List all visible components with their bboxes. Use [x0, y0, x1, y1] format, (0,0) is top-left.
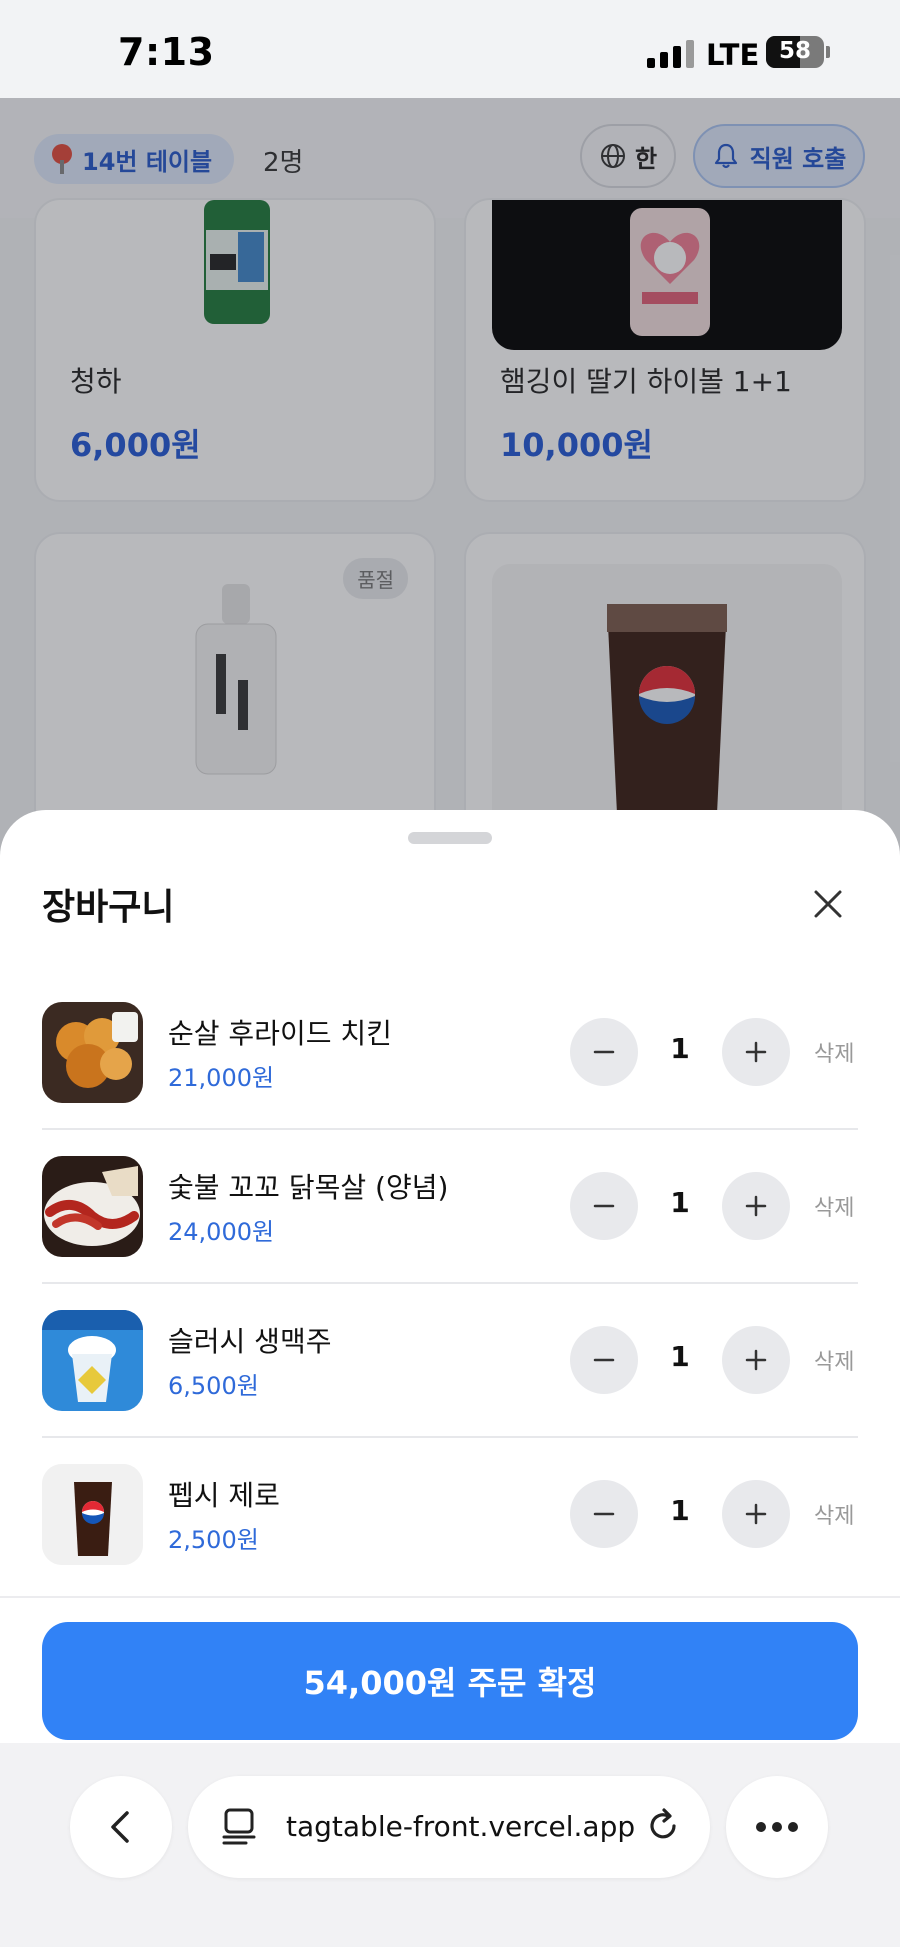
back-button[interactable] — [70, 1776, 172, 1878]
delete-button[interactable]: 삭제 — [814, 1344, 854, 1376]
close-button[interactable] — [808, 884, 848, 924]
minus-icon — [593, 1512, 615, 1516]
cart-item: 순살 후라이드 치킨 21,000원 1 삭제 — [42, 976, 858, 1130]
cart-item-price: 24,000원 — [168, 1218, 275, 1246]
url-text: tagtable-front.vercel.app — [286, 1810, 636, 1843]
confirm-order-button[interactable]: 54,000원 주문 확정 — [42, 1622, 858, 1740]
battery-nub — [826, 46, 830, 58]
battery-level: 58 — [778, 38, 811, 64]
quantity-value: 1 — [670, 1186, 690, 1219]
cart-item-price: 21,000원 — [168, 1064, 275, 1092]
quantity-value: 1 — [670, 1494, 690, 1527]
plus-icon — [745, 1503, 767, 1525]
cart-item: 펩시 제로 2,500원 1 삭제 — [42, 1438, 858, 1592]
cart-sheet: 장바구니 순살 후라이드 치킨 21,000원 1 삭제 숯불 꼬꼬 닭목살 (… — [0, 810, 900, 1743]
plus-icon — [745, 1041, 767, 1063]
minus-icon — [593, 1050, 615, 1054]
decrease-quantity-button[interactable] — [570, 1480, 638, 1548]
fried-chicken-thumbnail — [42, 1002, 143, 1103]
page-icon — [222, 1808, 256, 1845]
minus-icon — [593, 1358, 615, 1362]
status-time: 7:13 — [118, 30, 215, 74]
battery-icon: 58 — [766, 36, 824, 68]
cart-item: 숯불 꼬꼬 닭목살 (양념) 24,000원 1 삭제 — [42, 1130, 858, 1284]
increase-quantity-button[interactable] — [722, 1480, 790, 1548]
cart-item-name: 숯불 꼬꼬 닭목살 (양념) — [168, 1171, 449, 1204]
quantity-value: 1 — [670, 1032, 690, 1065]
delete-button[interactable]: 삭제 — [814, 1190, 854, 1222]
browser-toolbar: tagtable-front.vercel.app — [0, 1743, 900, 1947]
cart-title: 장바구니 — [42, 887, 175, 928]
cart-item-price: 2,500원 — [168, 1526, 259, 1554]
decrease-quantity-button[interactable] — [570, 1018, 638, 1086]
cart-item-name: 순살 후라이드 치킨 — [168, 1017, 392, 1050]
delete-button[interactable]: 삭제 — [814, 1498, 854, 1530]
signal-icon — [647, 40, 695, 68]
increase-quantity-button[interactable] — [722, 1172, 790, 1240]
more-button[interactable] — [726, 1776, 828, 1878]
quantity-value: 1 — [670, 1340, 690, 1373]
decrease-quantity-button[interactable] — [570, 1172, 638, 1240]
slush-beer-thumbnail — [42, 1310, 143, 1411]
increase-quantity-button[interactable] — [722, 1326, 790, 1394]
delete-button[interactable]: 삭제 — [814, 1036, 854, 1068]
cart-item-name: 슬러시 생맥주 — [168, 1325, 332, 1358]
close-icon — [814, 890, 842, 918]
cart-item: 슬러시 생맥주 6,500원 1 삭제 — [42, 1284, 858, 1438]
address-bar[interactable]: tagtable-front.vercel.app — [188, 1776, 710, 1878]
reload-icon[interactable] — [644, 1806, 684, 1846]
sheet-grabber[interactable] — [408, 832, 492, 844]
decrease-quantity-button[interactable] — [570, 1326, 638, 1394]
confirm-order-label: 54,000원 주문 확정 — [303, 1664, 597, 1702]
chevron-left-icon — [111, 1811, 129, 1843]
pepsi-zero-thumbnail — [42, 1464, 143, 1565]
chicken-neck-thumbnail — [42, 1156, 143, 1257]
divider — [0, 1596, 900, 1598]
plus-icon — [745, 1195, 767, 1217]
ellipsis-icon — [756, 1822, 798, 1832]
status-bar: 7:13 LTE 58 — [0, 0, 900, 98]
cart-item-name: 펩시 제로 — [168, 1479, 280, 1512]
network-label: LTE — [706, 38, 760, 72]
plus-icon — [745, 1349, 767, 1371]
cart-item-price: 6,500원 — [168, 1372, 259, 1400]
minus-icon — [593, 1204, 615, 1208]
increase-quantity-button[interactable] — [722, 1018, 790, 1086]
